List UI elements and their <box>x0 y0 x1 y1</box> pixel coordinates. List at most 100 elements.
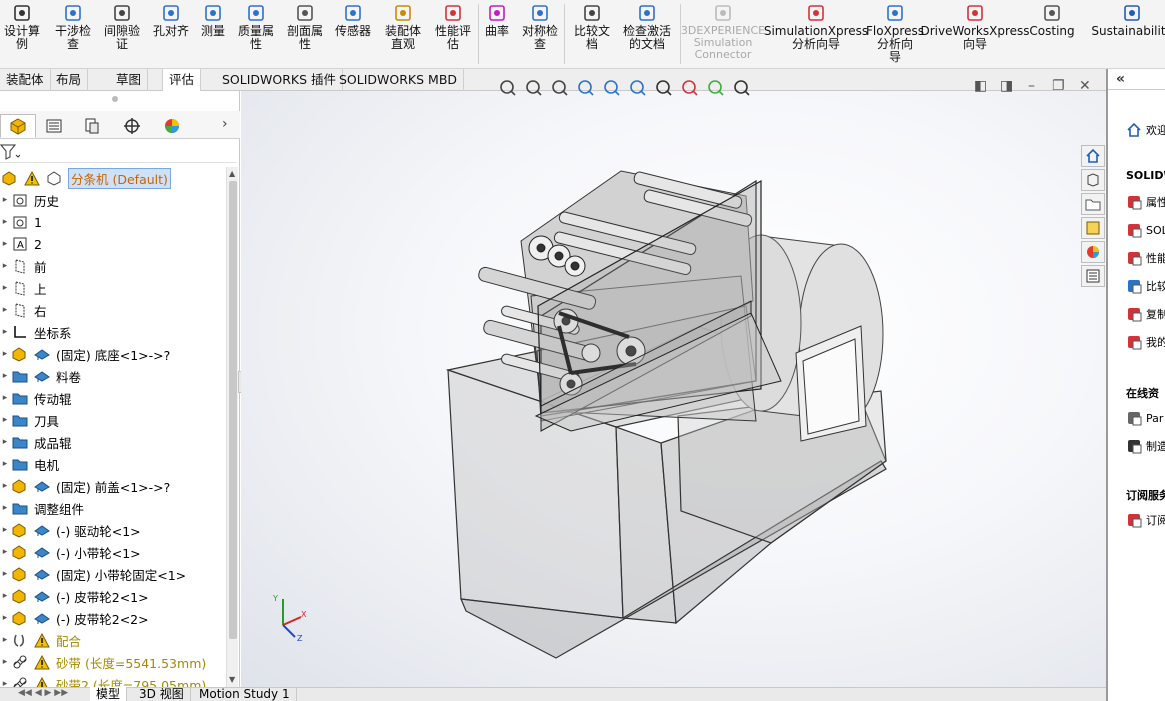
tree-item[interactable]: ▸ (-) 皮带轮2<1> <box>0 585 226 607</box>
expand-arrow-icon[interactable]: ▸ <box>0 239 10 249</box>
task-pane-link[interactable]: 比较 <box>1124 275 1165 297</box>
feature-manager-tab[interactable] <box>0 114 36 138</box>
expand-arrow-icon[interactable]: ▸ <box>0 503 10 513</box>
configuration-manager-tab[interactable] <box>74 114 110 138</box>
command-tab[interactable]: SOLIDWORKS 插件 <box>216 69 344 91</box>
tree-item[interactable]: ▸ (-) 驱动轮<1> <box>0 519 226 541</box>
task-pane-home-tab[interactable] <box>1081 145 1105 167</box>
tree-scrollbar[interactable]: ▲ ▼ <box>226 167 238 687</box>
sensor-button[interactable]: 传感器 <box>331 0 375 66</box>
task-pane-link[interactable]: 我的 <box>1124 331 1165 353</box>
property-manager-tab[interactable] <box>36 114 72 138</box>
bottom-tab[interactable]: Motion Study 1 <box>193 687 297 701</box>
symmetry-check-button[interactable]: 对称检 查 <box>517 0 563 66</box>
tree-item[interactable]: ▸ 调整组件 <box>0 497 226 519</box>
hole-alignment-button[interactable]: 孔对齐 <box>150 0 192 66</box>
performance-evaluation-button[interactable]: 性能评 估 <box>428 0 478 66</box>
expand-arrow-icon[interactable]: ▸ <box>0 679 10 687</box>
panel-splitter-handle[interactable] <box>112 96 118 102</box>
tree-item[interactable]: ▸ 电机 <box>0 453 226 475</box>
simulationxpress-button[interactable]: SimulationXpress 分析向导 <box>764 0 868 66</box>
scroll-down-icon[interactable]: ▼ <box>229 675 235 684</box>
task-pane-link[interactable]: 性能 <box>1124 247 1165 269</box>
expand-arrow-icon[interactable]: ▸ <box>0 371 10 381</box>
measure-button[interactable]: 测量 <box>196 0 230 66</box>
tree-item[interactable]: ▸ 右 <box>0 299 226 321</box>
tree-item[interactable]: ▸ 成品辊 <box>0 431 226 453</box>
tree-item[interactable]: ▸ 配合 <box>0 629 226 651</box>
driveworksxpress-button[interactable]: DriveWorksXpress 向导 <box>920 0 1030 66</box>
expand-arrow-icon[interactable]: ▸ <box>0 217 10 227</box>
interference-check-button[interactable]: 干涉检 查 <box>48 0 98 66</box>
tree-item[interactable]: ▸ 料卷 <box>0 365 226 387</box>
task-pane-design-library-tab[interactable] <box>1081 217 1105 239</box>
command-tab[interactable]: 布局 <box>50 69 89 91</box>
task-pane-link[interactable]: 复制 <box>1124 303 1165 325</box>
task-pane-welcome[interactable]: 欢迎 <box>1124 119 1165 141</box>
expand-arrow-icon[interactable]: ▸ <box>0 437 10 447</box>
minimize-document-icon[interactable]: – <box>1028 78 1035 94</box>
task-pane-link[interactable]: SOL <box>1124 219 1165 241</box>
tile-right-icon[interactable]: ◨ <box>1000 78 1013 94</box>
expand-arrow-icon[interactable]: ▸ <box>0 613 10 623</box>
tree-item[interactable]: ▸ (固定) 前盖<1>->? <box>0 475 226 497</box>
tree-item[interactable]: ▸ 刀具 <box>0 409 226 431</box>
task-pane-appearances-tab[interactable] <box>1081 241 1105 263</box>
restore-document-icon[interactable]: ❐ <box>1052 78 1065 94</box>
task-pane-link[interactable]: 制造 <box>1124 435 1165 457</box>
expand-arrow-icon[interactable]: ▸ <box>0 283 10 293</box>
expand-arrow-icon[interactable]: ▸ <box>0 481 10 491</box>
clearance-verification-button[interactable]: 间隙验 证 <box>100 0 144 66</box>
expand-arrow-icon[interactable]: ▸ <box>0 349 10 359</box>
close-document-icon[interactable]: ✕ <box>1079 78 1091 94</box>
design-study-button[interactable]: 设计算 例 <box>0 0 44 66</box>
tree-item[interactable]: ▸ 砂带 (长度=5541.53mm) <box>0 651 226 673</box>
task-pane-file-explorer-tab[interactable] <box>1081 193 1105 215</box>
tree-root-assembly[interactable]: 分条机 (Default) <box>0 167 226 189</box>
assembly-model-view[interactable] <box>241 91 1106 687</box>
sustainability-button[interactable]: Sustainability <box>1091 0 1165 66</box>
graphics-area[interactable]: Y X Z <box>241 80 1106 687</box>
dimxpert-tab[interactable] <box>114 114 150 138</box>
task-pane-link[interactable]: 订阅 <box>1124 509 1165 531</box>
expand-arrow-icon[interactable]: ▸ <box>0 195 10 205</box>
expand-arrow-icon[interactable]: ▸ <box>0 261 10 271</box>
section-properties-button[interactable]: 剖面属 性 <box>282 0 328 66</box>
task-pane-link[interactable]: 属性 <box>1124 191 1165 213</box>
3dexperience-button[interactable]: 3DEXPERIENCE Simulation Connector <box>681 0 765 66</box>
assembly-visualization-button[interactable]: 装配体 直观 <box>379 0 427 66</box>
compare-documents-button[interactable]: 比较文 档 <box>568 0 616 66</box>
tree-item[interactable]: ▸ 历史 <box>0 189 226 211</box>
tree-scroll-thumb[interactable] <box>229 181 237 639</box>
expand-arrow-icon[interactable]: ▸ <box>0 547 10 557</box>
task-pane-custom-properties-tab[interactable] <box>1081 265 1105 287</box>
expand-arrow-icon[interactable]: ▸ <box>0 305 10 315</box>
tree-item[interactable]: ▸ (-) 皮带轮2<2> <box>0 607 226 629</box>
tree-item[interactable]: ▸ 砂带2 (长度=795.05mm) <box>0 673 226 687</box>
bottom-tab[interactable]: 3D 视图 <box>133 687 191 701</box>
tree-item[interactable]: ▸ A 2 <box>0 233 226 255</box>
tile-left-icon[interactable]: ◧ <box>974 78 987 94</box>
curvature-button[interactable]: 曲率 <box>482 0 512 66</box>
bottom-tab[interactable]: 模型 <box>90 687 128 701</box>
panel-tabs-scroll-right-icon[interactable]: › <box>222 116 228 132</box>
expand-arrow-icon[interactable]: ▸ <box>0 569 10 579</box>
expand-arrow-icon[interactable]: ▸ <box>0 635 10 645</box>
expand-arrow-icon[interactable]: ▸ <box>0 415 10 425</box>
command-tab[interactable]: 评估 <box>162 69 202 92</box>
costing-button[interactable]: Costing <box>1029 0 1075 66</box>
tree-item[interactable]: ▸ (固定) 小带轮固定<1> <box>0 563 226 585</box>
expand-arrow-icon[interactable]: ▸ <box>0 327 10 337</box>
expand-arrow-icon[interactable]: ▸ <box>0 657 10 667</box>
tree-item[interactable]: ▸ 1 <box>0 211 226 233</box>
tree-item[interactable]: ▸ 坐标系 <box>0 321 226 343</box>
task-pane-link[interactable]: Par <box>1124 407 1163 429</box>
task-pane-resources-tab[interactable] <box>1081 169 1105 191</box>
tree-item[interactable]: ▸ (-) 小带轮<1> <box>0 541 226 563</box>
command-tab[interactable]: 草图 <box>110 69 149 91</box>
expand-arrow-icon[interactable]: ▸ <box>0 525 10 535</box>
command-tab[interactable]: 装配体 <box>0 69 51 91</box>
expand-arrow-icon[interactable]: ▸ <box>0 393 10 403</box>
bottom-tabs-nav[interactable]: ◀◀ ◀ ▶ ▶▶ <box>18 688 68 698</box>
display-manager-tab[interactable] <box>154 114 190 138</box>
